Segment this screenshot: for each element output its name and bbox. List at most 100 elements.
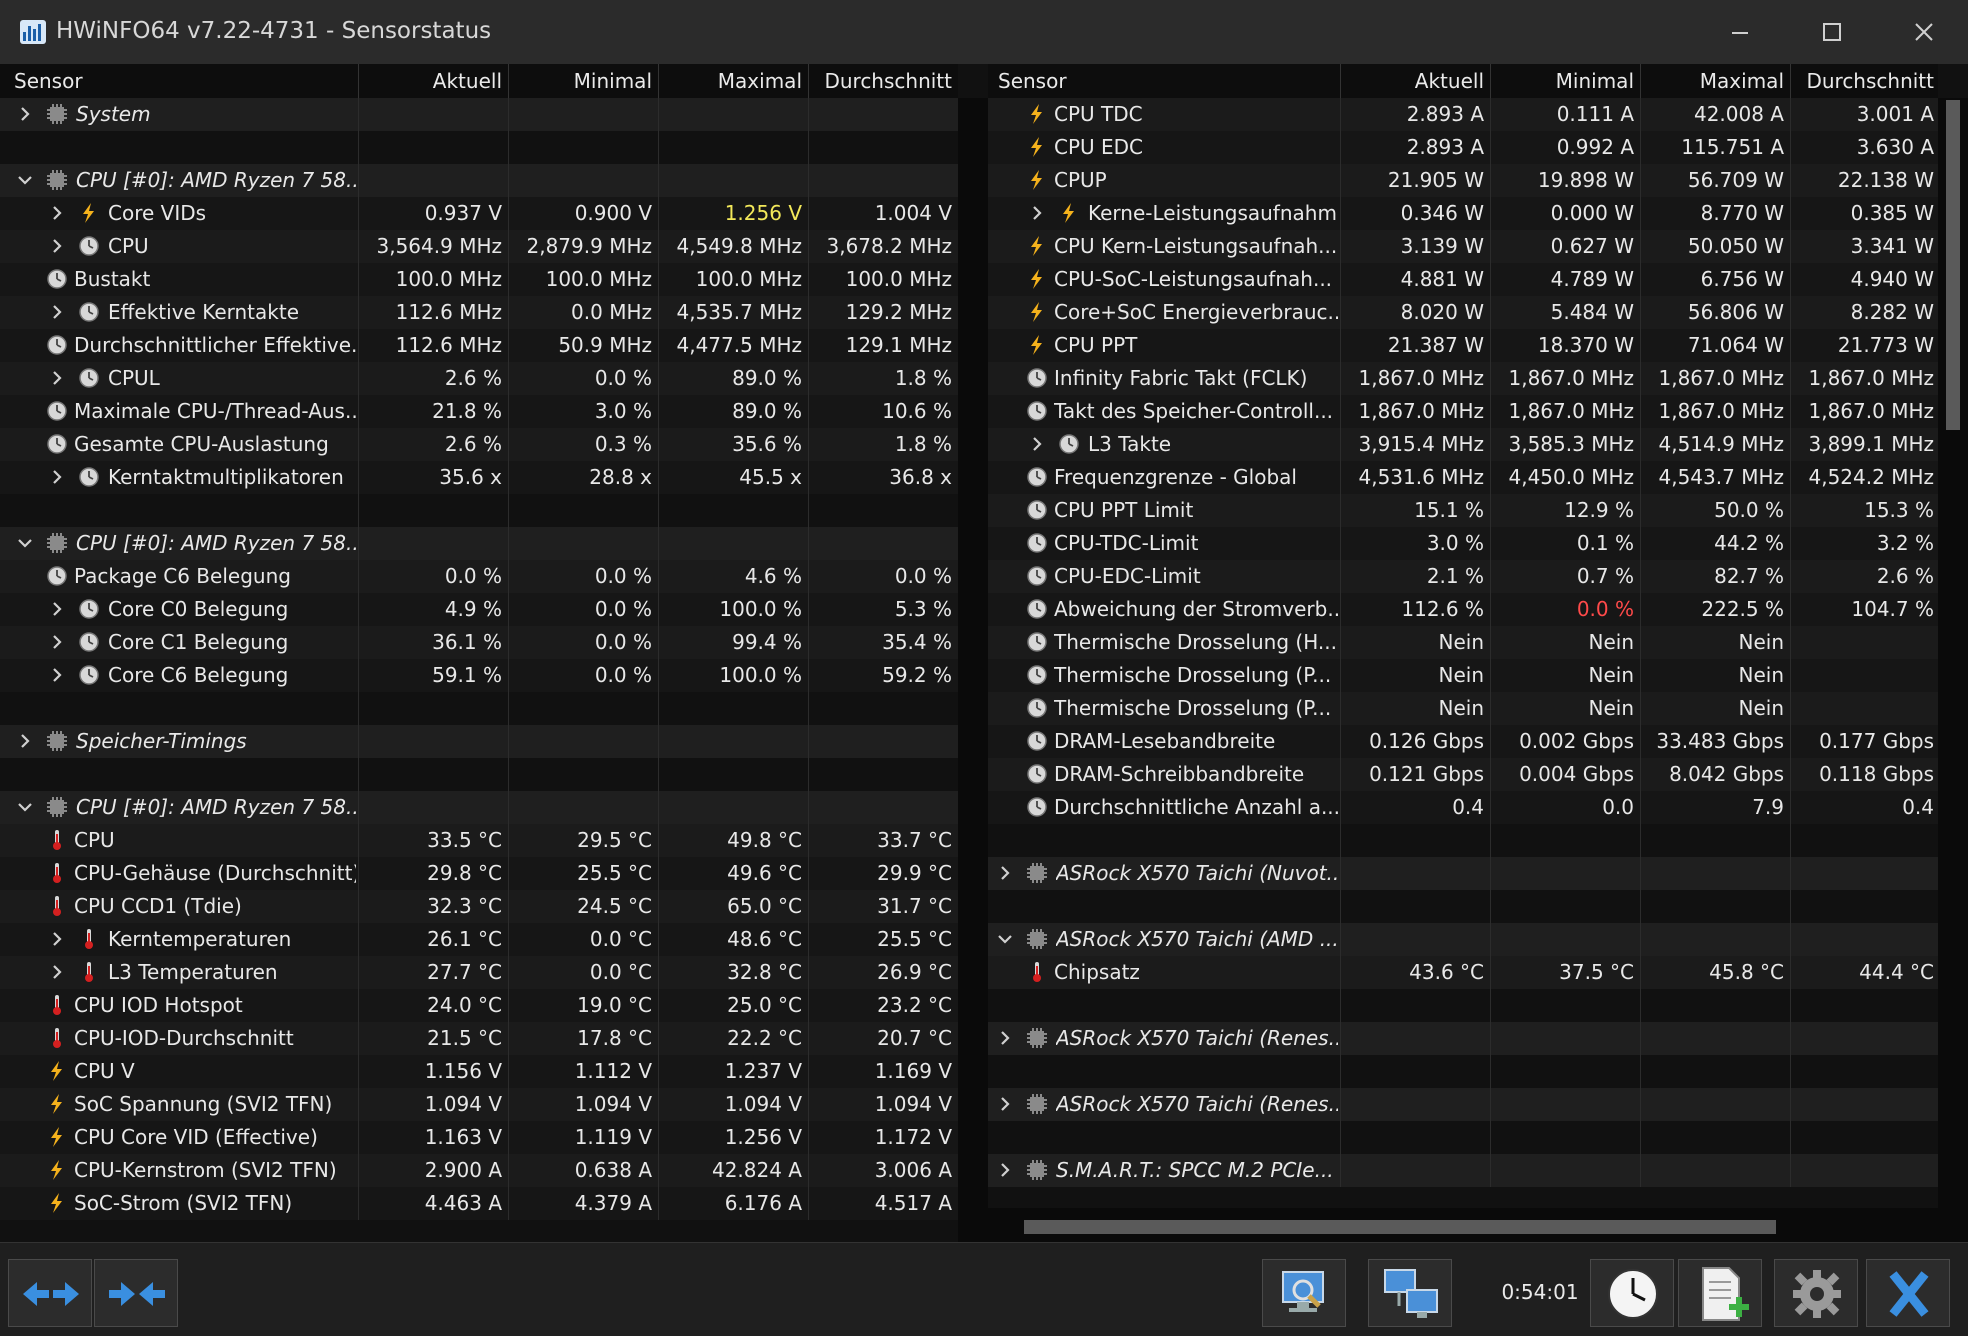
column-min[interactable]: Minimal (510, 64, 652, 98)
chevron-right-icon[interactable] (16, 732, 34, 750)
sensor-row[interactable]: CPU EDC 2.893 A 0.992 A 115.751 A 3.630 A (988, 131, 1938, 164)
chevron-right-icon[interactable] (996, 1029, 1014, 1047)
sensor-row[interactable]: L3 Takte 3,915.4 MHz 3,585.3 MHz 4,514.9 MH… (988, 428, 1938, 461)
sensor-row[interactable]: CPU-EDC-Limit 2.1 % 0.7 % 82.7 % 2.6 % (988, 560, 1938, 593)
sensor-row[interactable]: CPU PPT Limit 15.1 % 12.9 % 50.0 % 15.3 % (988, 494, 1938, 527)
sensor-row[interactable]: CPU IOD Hotspot 24.0 °C 19.0 °C 25.0 °C 23.2… (0, 989, 958, 1022)
sensor-group-row[interactable]: CPU [#0]: AMD Ryzen 7 58... (0, 164, 958, 197)
minimize-button[interactable] (1720, 16, 1760, 48)
sensor-row[interactable]: Durchschnittlicher Effektive... 112.6 MHz… (0, 329, 958, 362)
sensor-row[interactable]: Chipsatz 43.6 °C 37.5 °C 45.8 °C 44.4 °C (988, 956, 1938, 989)
sensor-row[interactable]: L3 Temperaturen 27.7 °C 0.0 °C 32.8 °C 26.9 … (0, 956, 958, 989)
column-sensor[interactable]: Sensor (14, 64, 344, 98)
sensor-group-row[interactable]: S.M.A.R.T.: SPCC M.2 PCIe... (988, 1154, 1938, 1187)
sensor-row[interactable]: CPU-TDC-Limit 3.0 % 0.1 % 44.2 % 3.2 % (988, 527, 1938, 560)
sensor-row[interactable]: Core C6 Belegung 59.1 % 0.0 % 100.0 % 59.2 % (0, 659, 958, 692)
sensor-row[interactable]: CPU 33.5 °C 29.5 °C 49.8 °C 33.7 °C (0, 824, 958, 857)
sensor-row[interactable]: CPU PPT 21.387 W 18.370 W 71.064 W 21.773 W (988, 329, 1938, 362)
column-avg[interactable]: Durchschnitt (810, 64, 952, 98)
chevron-down-icon[interactable] (996, 930, 1014, 948)
sensor-row[interactable]: SoC Spannung (SVI2 TFN) 1.094 V 1.094 V 1.0… (0, 1088, 958, 1121)
sensor-row[interactable]: CPU-IOD-Durchschnitt 21.5 °C 17.8 °C 22.2 °… (0, 1022, 958, 1055)
sensor-row[interactable]: Core VIDs 0.937 V 0.900 V 1.256 V 1.004 V (0, 197, 958, 230)
settings-button[interactable] (1774, 1259, 1858, 1327)
chevron-right-icon[interactable] (48, 930, 66, 948)
chevron-right-icon[interactable] (48, 204, 66, 222)
chevron-right-icon[interactable] (996, 1161, 1014, 1179)
right-horizontal-scrollbar[interactable] (988, 1208, 1938, 1242)
chevron-right-icon[interactable] (48, 369, 66, 387)
collapse-all-button[interactable] (94, 1259, 178, 1327)
sensor-row[interactable]: CPU 3,564.9 MHz 2,879.9 MHz 4,549.8 MHz 3,67… (0, 230, 958, 263)
sensor-row[interactable]: CPUP 21.905 W 19.898 W 56.709 W 22.138 W (988, 164, 1938, 197)
chevron-right-icon[interactable] (48, 237, 66, 255)
sensor-group-row[interactable]: ASRock X570 Taichi (Renes... (988, 1022, 1938, 1055)
sensor-group-row[interactable]: System (0, 98, 958, 131)
sensor-row[interactable]: Abweichung der Stromverb... 112.6 % 0.0 % 2… (988, 593, 1938, 626)
chevron-right-icon[interactable] (16, 105, 34, 123)
sensor-row[interactable]: Core C1 Belegung 36.1 % 0.0 % 99.4 % 35.4 % (0, 626, 958, 659)
chevron-right-icon[interactable] (996, 864, 1014, 882)
chevron-down-icon[interactable] (16, 534, 34, 552)
sensor-row[interactable]: Package C6 Belegung 0.0 % 0.0 % 4.6 % 0.0 % (0, 560, 958, 593)
sensor-row[interactable]: CPU-SoC-Leistungsaufnah... 4.881 W 4.789 W… (988, 263, 1938, 296)
close-sensors-button[interactable] (1866, 1259, 1950, 1327)
sensor-row[interactable]: CPU TDC 2.893 A 0.111 A 42.008 A 3.001 A (988, 98, 1938, 131)
column-current[interactable]: Aktuell (1342, 64, 1484, 98)
column-max[interactable]: Maximal (660, 64, 802, 98)
chevron-right-icon[interactable] (48, 963, 66, 981)
sensor-row[interactable]: DRAM-Lesebandbreite 0.126 Gbps 0.002 Gbps 3… (988, 725, 1938, 758)
remote-monitor-button[interactable] (1368, 1259, 1452, 1327)
column-min[interactable]: Minimal (1492, 64, 1634, 98)
sensor-row[interactable]: DRAM-Schreibbandbreite 0.121 Gbps 0.004 Gb… (988, 758, 1938, 791)
sensor-row[interactable]: Core+SoC Energieverbrauc... 8.020 W 5.484 … (988, 296, 1938, 329)
sensor-row[interactable]: CPU V 1.156 V 1.112 V 1.237 V 1.169 V (0, 1055, 958, 1088)
column-current[interactable]: Aktuell (360, 64, 502, 98)
sensor-row[interactable]: Core C0 Belegung 4.9 % 0.0 % 100.0 % 5.3 % (0, 593, 958, 626)
left-vertical-scrollbar[interactable] (958, 98, 988, 1242)
sensor-group-row[interactable]: ASRock X570 Taichi (AMD ... (988, 923, 1938, 956)
chevron-right-icon[interactable] (48, 303, 66, 321)
maximize-button[interactable] (1812, 16, 1852, 48)
sensor-row[interactable]: Effektive Kerntakte 112.6 MHz 0.0 MHz 4,535… (0, 296, 958, 329)
sensor-row[interactable]: Thermische Drosselung (P... Nein Nein Nein (988, 692, 1938, 725)
sensor-group-row[interactable]: Speicher-Timings (0, 725, 958, 758)
right-vertical-scrollbar[interactable] (1938, 98, 1968, 1242)
column-sensor[interactable]: Sensor (998, 64, 1328, 98)
sensor-row[interactable]: Durchschnittliche Anzahl a... 0.4 0.0 7.9 0.… (988, 791, 1938, 824)
sensor-group-row[interactable]: ASRock X570 Taichi (Nuvot... (988, 857, 1938, 890)
sensor-row[interactable]: Kerntaktmultiplikatoren 35.6 x 28.8 x 45.5 … (0, 461, 958, 494)
chevron-right-icon[interactable] (996, 1095, 1014, 1113)
sensor-group-row[interactable]: ASRock X570 Taichi (Renes... (988, 1088, 1938, 1121)
chevron-right-icon[interactable] (1028, 435, 1046, 453)
sensor-row[interactable]: CPU Core VID (Effective) 1.163 V 1.119 V 1.… (0, 1121, 958, 1154)
sensor-row[interactable]: CPU-Kernstrom (SVI2 TFN) 2.900 A 0.638 A 42… (0, 1154, 958, 1187)
reset-min-max-button[interactable] (1590, 1259, 1674, 1327)
sensor-row[interactable]: Gesamte CPU-Auslastung 2.6 % 0.3 % 35.6 % 1.… (0, 428, 958, 461)
sensor-row[interactable]: Thermische Drosselung (H... Nein Nein Nein (988, 626, 1938, 659)
sensor-row[interactable]: SoC-Strom (SVI2 TFN) 4.463 A 4.379 A 6.176 … (0, 1187, 958, 1220)
chevron-right-icon[interactable] (48, 666, 66, 684)
sensor-row[interactable]: CPU-Gehäuse (Durchschnitt) 29.8 °C 25.5 °C… (0, 857, 958, 890)
sensor-row[interactable]: Kerntemperaturen 26.1 °C 0.0 °C 48.6 °C 25.5… (0, 923, 958, 956)
sensor-row[interactable]: Takt des Speicher-Controll... 1,867.0 MHz… (988, 395, 1938, 428)
chevron-right-icon[interactable] (48, 468, 66, 486)
network-sensors-button[interactable] (1262, 1259, 1346, 1327)
sensor-row[interactable]: Infinity Fabric Takt (FCLK) 1,867.0 MHz 1,… (988, 362, 1938, 395)
sensor-group-row[interactable]: CPU [#0]: AMD Ryzen 7 58... (0, 527, 958, 560)
sensor-row[interactable]: CPU Kern-Leistungsaufnah... 3.139 W 0.627 … (988, 230, 1938, 263)
sensor-group-row[interactable]: CPU [#0]: AMD Ryzen 7 58... (0, 791, 958, 824)
sensor-row[interactable]: Thermische Drosselung (P... Nein Nein Nein (988, 659, 1938, 692)
sensor-row[interactable]: CPUL 2.6 % 0.0 % 89.0 % 1.8 % (0, 362, 958, 395)
expand-all-button[interactable] (8, 1259, 92, 1327)
close-window-button[interactable] (1904, 16, 1944, 48)
sensor-row[interactable]: Frequenzgrenze - Global 4,531.6 MHz 4,450.… (988, 461, 1938, 494)
right-horizontal-scroll-thumb[interactable] (1024, 1220, 1776, 1234)
column-max[interactable]: Maximal (1642, 64, 1784, 98)
chevron-right-icon[interactable] (1028, 204, 1046, 222)
sensor-row[interactable]: Bustakt 100.0 MHz 100.0 MHz 100.0 MHz 100.0 … (0, 263, 958, 296)
logging-button[interactable] (1678, 1259, 1762, 1327)
sensor-row[interactable]: CPU CCD1 (Tdie) 32.3 °C 24.5 °C 65.0 °C 31.7… (0, 890, 958, 923)
right-vertical-scroll-thumb[interactable] (1946, 100, 1960, 430)
chevron-right-icon[interactable] (48, 600, 66, 618)
